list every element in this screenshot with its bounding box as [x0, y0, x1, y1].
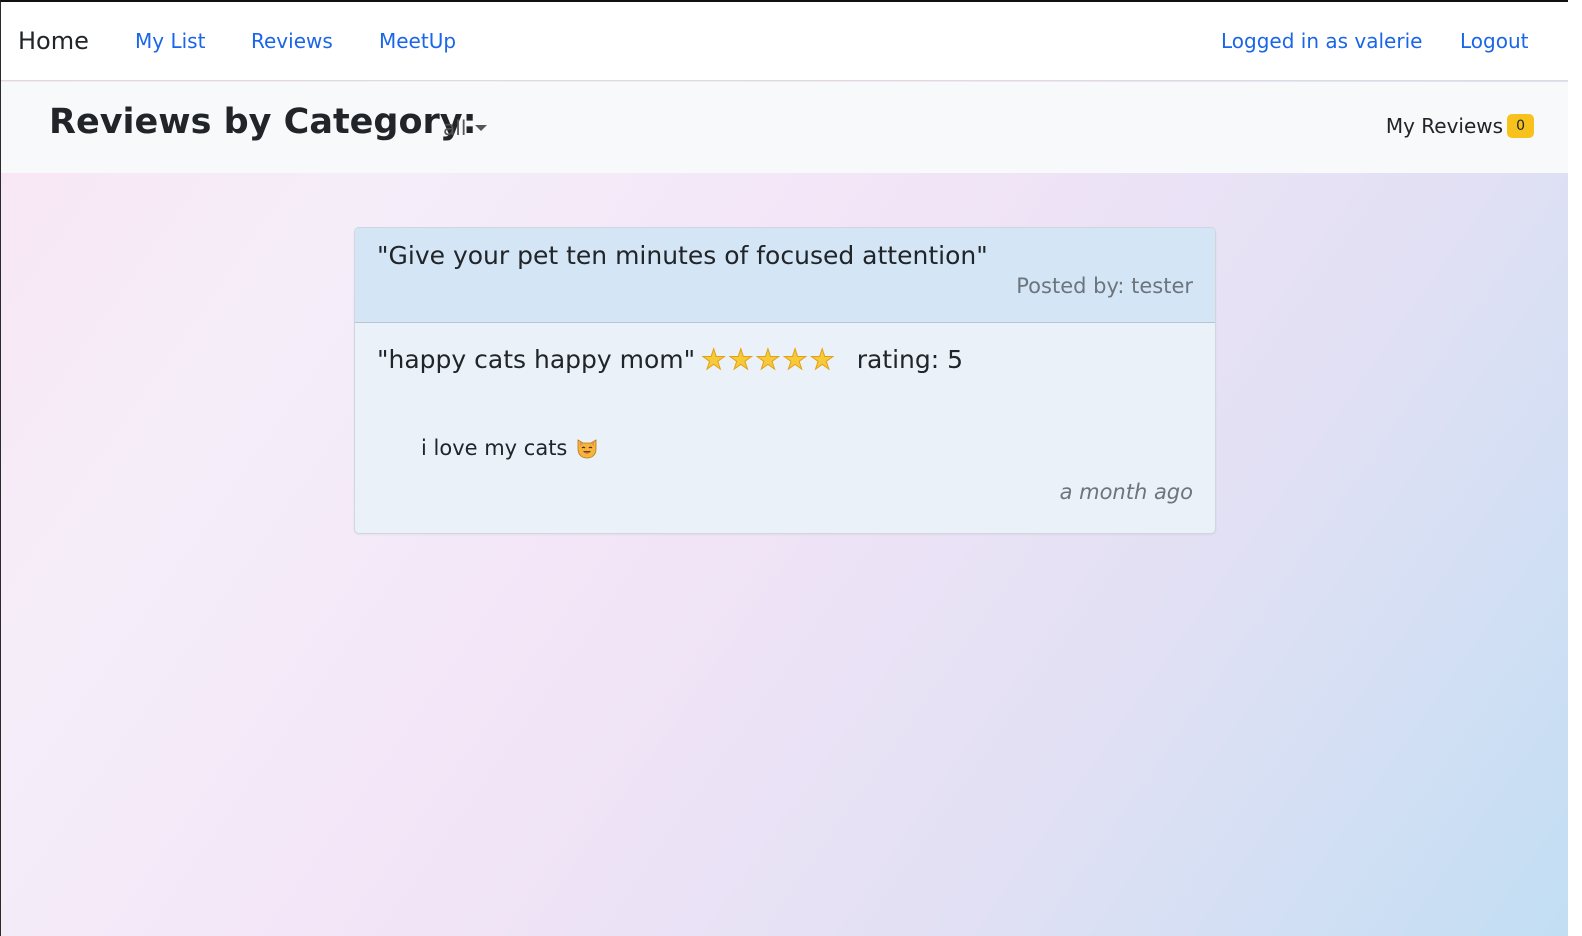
star-icon: ★: [701, 342, 727, 376]
page-title: Reviews by Category:: [49, 102, 477, 142]
review-card-header: "Give your pet ten minutes of focused at…: [355, 228, 1215, 323]
nav-my-list-link[interactable]: My List: [135, 29, 205, 53]
review-body: i love my cats: [421, 436, 599, 460]
my-reviews-button[interactable]: My Reviews 0: [1386, 114, 1534, 138]
top-navbar: Home My List Reviews MeetUp Logged in as…: [1, 2, 1568, 81]
review-card-title: "Give your pet ten minutes of focused at…: [377, 241, 988, 270]
my-reviews-label: My Reviews: [1385, 114, 1504, 138]
review-card: "Give your pet ten minutes of focused at…: [354, 227, 1216, 534]
caret-down-icon: [475, 125, 488, 131]
star-icon: ★: [809, 342, 835, 376]
category-dropdown[interactable]: all: [443, 116, 488, 140]
review-body-text: i love my cats: [421, 436, 568, 460]
review-posted-by: Posted by: tester: [1016, 274, 1193, 298]
smiling-cat-icon: [577, 439, 597, 459]
star-icon: ★: [728, 342, 754, 376]
logout-link[interactable]: Logout: [1460, 29, 1528, 53]
category-header: Reviews by Category: all My Reviews 0: [1, 82, 1568, 173]
category-selected-value: all: [443, 116, 467, 140]
rating-text: rating: 5: [856, 345, 964, 374]
review-timestamp: a month ago: [1059, 480, 1193, 504]
review-headline-row: "happy cats happy mom" ★ ★ ★ ★ ★ rating:…: [377, 342, 964, 376]
nav-reviews-link[interactable]: Reviews: [251, 29, 333, 53]
nav-meetup-link[interactable]: MeetUp: [379, 29, 456, 53]
my-reviews-count-badge: 0: [1507, 114, 1534, 138]
star-rating: ★ ★ ★ ★ ★: [701, 342, 837, 376]
app-window: Home My List Reviews MeetUp Logged in as…: [0, 0, 1568, 936]
star-icon: ★: [782, 342, 808, 376]
window-edge: [1568, 0, 1582, 936]
logged-in-user-link[interactable]: Logged in as valerie: [1221, 29, 1422, 53]
star-icon: ★: [755, 342, 781, 376]
review-headline: "happy cats happy mom": [377, 345, 696, 374]
nav-home-link[interactable]: Home: [18, 27, 89, 55]
